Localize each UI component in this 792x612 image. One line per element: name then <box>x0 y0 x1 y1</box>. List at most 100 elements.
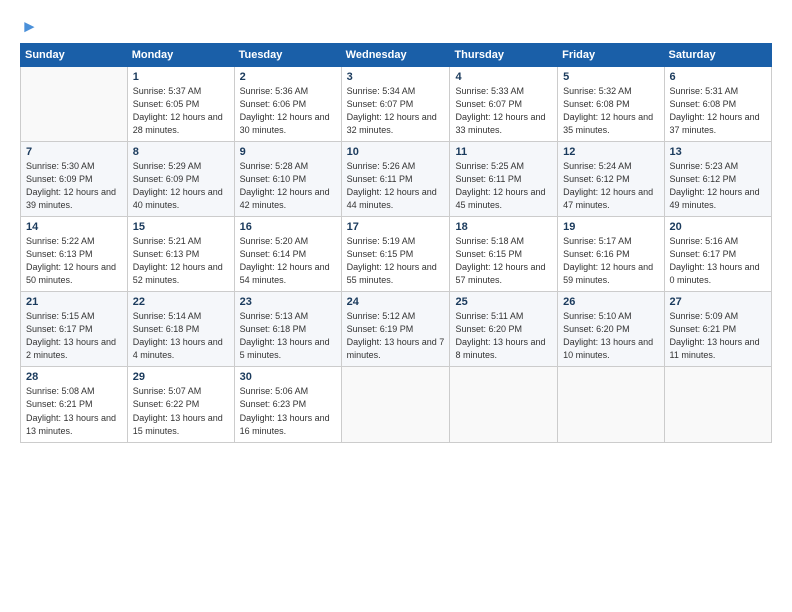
day-info: Sunrise: 5:13 AMSunset: 6:18 PMDaylight:… <box>240 310 336 362</box>
calendar-cell <box>21 66 128 141</box>
calendar-cell: 17 Sunrise: 5:19 AMSunset: 6:15 PMDayligh… <box>341 217 450 292</box>
weekday-header: Friday <box>558 43 664 66</box>
day-info: Sunrise: 5:09 AMSunset: 6:21 PMDaylight:… <box>670 310 766 362</box>
day-info: Sunrise: 5:24 AMSunset: 6:12 PMDaylight:… <box>563 160 658 212</box>
calendar-table: SundayMondayTuesdayWednesdayThursdayFrid… <box>20 43 772 443</box>
calendar-cell: 30 Sunrise: 5:06 AMSunset: 6:23 PMDayligh… <box>234 367 341 442</box>
logo-icon-shape: ► <box>21 17 38 36</box>
day-info: Sunrise: 5:16 AMSunset: 6:17 PMDaylight:… <box>670 235 766 287</box>
day-number: 28 <box>26 371 122 383</box>
day-info: Sunrise: 5:37 AMSunset: 6:05 PMDaylight:… <box>133 85 229 137</box>
day-info: Sunrise: 5:23 AMSunset: 6:12 PMDaylight:… <box>670 160 766 212</box>
day-number: 19 <box>563 221 658 233</box>
weekday-header: Monday <box>127 43 234 66</box>
day-info: Sunrise: 5:36 AMSunset: 6:06 PMDaylight:… <box>240 85 336 137</box>
logo-text: ► <box>20 18 38 37</box>
calendar-cell: 25 Sunrise: 5:11 AMSunset: 6:20 PMDayligh… <box>450 292 558 367</box>
calendar-cell: 4 Sunrise: 5:33 AMSunset: 6:07 PMDaylight… <box>450 66 558 141</box>
calendar-cell: 15 Sunrise: 5:21 AMSunset: 6:13 PMDayligh… <box>127 217 234 292</box>
calendar-cell: 14Sunrise: 5:22 AMSunset: 6:13 PMDayligh… <box>21 217 128 292</box>
day-info: Sunrise: 5:29 AMSunset: 6:09 PMDaylight:… <box>133 160 229 212</box>
header: ► <box>20 18 772 37</box>
day-info: Sunrise: 5:10 AMSunset: 6:20 PMDaylight:… <box>563 310 658 362</box>
day-info: Sunrise: 5:32 AMSunset: 6:08 PMDaylight:… <box>563 85 658 137</box>
calendar-cell: 10 Sunrise: 5:26 AMSunset: 6:11 PMDayligh… <box>341 141 450 216</box>
calendar-cell: 6 Sunrise: 5:31 AMSunset: 6:08 PMDaylight… <box>664 66 771 141</box>
day-info: Sunrise: 5:12 AMSunset: 6:19 PMDaylight:… <box>347 310 445 362</box>
day-info: Sunrise: 5:26 AMSunset: 6:11 PMDaylight:… <box>347 160 445 212</box>
calendar-cell: 2 Sunrise: 5:36 AMSunset: 6:06 PMDaylight… <box>234 66 341 141</box>
calendar-cell: 27 Sunrise: 5:09 AMSunset: 6:21 PMDayligh… <box>664 292 771 367</box>
calendar-cell <box>664 367 771 442</box>
calendar-cell: 13 Sunrise: 5:23 AMSunset: 6:12 PMDayligh… <box>664 141 771 216</box>
calendar-cell: 11 Sunrise: 5:25 AMSunset: 6:11 PMDayligh… <box>450 141 558 216</box>
logo: ► <box>20 18 38 37</box>
calendar-week-row: 14Sunrise: 5:22 AMSunset: 6:13 PMDayligh… <box>21 217 772 292</box>
calendar-cell <box>341 367 450 442</box>
day-number: 16 <box>240 221 336 233</box>
day-info: Sunrise: 5:17 AMSunset: 6:16 PMDaylight:… <box>563 235 658 287</box>
day-number: 13 <box>670 146 766 158</box>
day-number: 2 <box>240 71 336 83</box>
day-number: 1 <box>133 71 229 83</box>
calendar-cell: 16 Sunrise: 5:20 AMSunset: 6:14 PMDayligh… <box>234 217 341 292</box>
day-number: 30 <box>240 371 336 383</box>
day-info: Sunrise: 5:25 AMSunset: 6:11 PMDaylight:… <box>455 160 552 212</box>
calendar-cell: 24 Sunrise: 5:12 AMSunset: 6:19 PMDayligh… <box>341 292 450 367</box>
calendar-cell: 23 Sunrise: 5:13 AMSunset: 6:18 PMDayligh… <box>234 292 341 367</box>
calendar-cell: 21Sunrise: 5:15 AMSunset: 6:17 PMDayligh… <box>21 292 128 367</box>
day-info: Sunrise: 5:31 AMSunset: 6:08 PMDaylight:… <box>670 85 766 137</box>
day-number: 29 <box>133 371 229 383</box>
day-info: Sunrise: 5:08 AMSunset: 6:21 PMDaylight:… <box>26 385 122 437</box>
day-number: 9 <box>240 146 336 158</box>
day-info: Sunrise: 5:14 AMSunset: 6:18 PMDaylight:… <box>133 310 229 362</box>
day-info: Sunrise: 5:11 AMSunset: 6:20 PMDaylight:… <box>455 310 552 362</box>
day-info: Sunrise: 5:33 AMSunset: 6:07 PMDaylight:… <box>455 85 552 137</box>
calendar-cell: 8 Sunrise: 5:29 AMSunset: 6:09 PMDaylight… <box>127 141 234 216</box>
calendar-cell: 22 Sunrise: 5:14 AMSunset: 6:18 PMDayligh… <box>127 292 234 367</box>
weekday-header: Tuesday <box>234 43 341 66</box>
calendar-week-row: 1 Sunrise: 5:37 AMSunset: 6:05 PMDaylight… <box>21 66 772 141</box>
day-number: 15 <box>133 221 229 233</box>
day-number: 3 <box>347 71 445 83</box>
day-number: 14 <box>26 221 122 233</box>
day-info: Sunrise: 5:28 AMSunset: 6:10 PMDaylight:… <box>240 160 336 212</box>
calendar-week-row: 7 Sunrise: 5:30 AMSunset: 6:09 PMDaylight… <box>21 141 772 216</box>
day-number: 25 <box>455 296 552 308</box>
calendar-header-row: SundayMondayTuesdayWednesdayThursdayFrid… <box>21 43 772 66</box>
day-info: Sunrise: 5:21 AMSunset: 6:13 PMDaylight:… <box>133 235 229 287</box>
day-info: Sunrise: 5:30 AMSunset: 6:09 PMDaylight:… <box>26 160 122 212</box>
page: ► SundayMondayTuesdayWednesdayThursdayFr… <box>0 0 792 612</box>
day-number: 4 <box>455 71 552 83</box>
calendar-cell: 1 Sunrise: 5:37 AMSunset: 6:05 PMDaylight… <box>127 66 234 141</box>
day-info: Sunrise: 5:34 AMSunset: 6:07 PMDaylight:… <box>347 85 445 137</box>
day-info: Sunrise: 5:19 AMSunset: 6:15 PMDaylight:… <box>347 235 445 287</box>
day-number: 11 <box>455 146 552 158</box>
calendar-cell: 5 Sunrise: 5:32 AMSunset: 6:08 PMDaylight… <box>558 66 664 141</box>
day-info: Sunrise: 5:20 AMSunset: 6:14 PMDaylight:… <box>240 235 336 287</box>
calendar-cell: 28 Sunrise: 5:08 AMSunset: 6:21 PMDayligh… <box>21 367 128 442</box>
calendar-cell: 12 Sunrise: 5:24 AMSunset: 6:12 PMDayligh… <box>558 141 664 216</box>
day-number: 5 <box>563 71 658 83</box>
day-number: 27 <box>670 296 766 308</box>
day-info: Sunrise: 5:15 AMSunset: 6:17 PMDaylight:… <box>26 310 122 362</box>
calendar-cell: 18Sunrise: 5:18 AMSunset: 6:15 PMDayligh… <box>450 217 558 292</box>
day-number: 23 <box>240 296 336 308</box>
calendar-week-row: 21Sunrise: 5:15 AMSunset: 6:17 PMDayligh… <box>21 292 772 367</box>
calendar-cell: 7 Sunrise: 5:30 AMSunset: 6:09 PMDaylight… <box>21 141 128 216</box>
day-number: 20 <box>670 221 766 233</box>
day-number: 22 <box>133 296 229 308</box>
day-number: 8 <box>133 146 229 158</box>
day-number: 12 <box>563 146 658 158</box>
day-number: 7 <box>26 146 122 158</box>
calendar-cell: 26Sunrise: 5:10 AMSunset: 6:20 PMDayligh… <box>558 292 664 367</box>
day-number: 6 <box>670 71 766 83</box>
day-number: 10 <box>347 146 445 158</box>
day-info: Sunrise: 5:06 AMSunset: 6:23 PMDaylight:… <box>240 385 336 437</box>
weekday-header: Wednesday <box>341 43 450 66</box>
day-number: 17 <box>347 221 445 233</box>
calendar-cell <box>558 367 664 442</box>
day-number: 24 <box>347 296 445 308</box>
calendar-cell: 19 Sunrise: 5:17 AMSunset: 6:16 PMDayligh… <box>558 217 664 292</box>
calendar-cell <box>450 367 558 442</box>
